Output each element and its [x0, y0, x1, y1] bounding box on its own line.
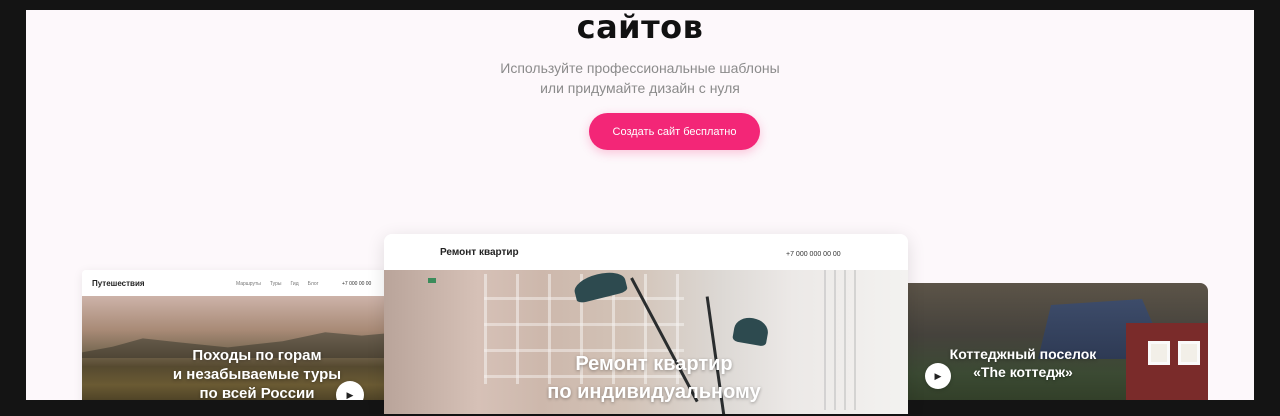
window-frame — [824, 270, 864, 410]
preview-nav: Путешествия Маршруты Туры Гид Блог +7 00… — [82, 270, 386, 296]
preview-menu-item: Маршруты — [236, 281, 261, 287]
preview-hero-image: Коттеджный поселок «The коттедж» ▶ — [908, 283, 1208, 413]
house-window — [1178, 341, 1200, 365]
page-subtitle: Используйте профессиональные шаблоны или… — [26, 58, 1254, 98]
subtitle-line-1: Используйте профессиональные шаблоны — [500, 60, 780, 76]
preview-logo: Ремонт квартир — [440, 247, 519, 258]
screen-frame-top — [0, 0, 1280, 10]
exit-sign-icon — [428, 278, 436, 283]
play-icon[interactable]: ▶ — [925, 363, 951, 389]
preview-hero-text: Походы по горам и незабываемые туры по в… — [172, 347, 342, 402]
preview-phone: +7 000 000 00 00 — [786, 251, 841, 258]
page-headline: сайтов — [576, 8, 704, 46]
preview-hero-image: Ремонт квартир по индивидуальному — [384, 268, 908, 414]
lamp-shade — [732, 315, 770, 347]
preview-menu-item: Туры — [269, 281, 282, 287]
preview-hero-text: Ремонт квартир по индивидуальному — [547, 353, 761, 403]
template-preview-cottage[interactable]: Коттеджный поселок «The коттедж» ▶ — [908, 283, 1208, 413]
preview-hero-image: Походы по горам и незабываемые туры по в… — [82, 296, 386, 410]
template-preview-renovation[interactable]: Ремонт квартир +7 000 000 00 00 Ремонт к… — [384, 234, 908, 414]
preview-menu-item: Гид — [290, 281, 299, 287]
preview-nav: Ремонт квартир +7 000 000 00 00 — [384, 234, 908, 270]
preview-menu: Маршруты Туры Гид Блог — [236, 281, 318, 287]
preview-menu-item: Блог — [307, 281, 319, 287]
subtitle-line-2: или придумайте дизайн с нуля — [540, 80, 740, 96]
house-window — [1148, 341, 1170, 365]
preview-logo: Путешествия — [92, 279, 145, 288]
preview-phone: +7 000 00 00 — [342, 281, 372, 287]
template-preview-travel[interactable]: Путешествия Маршруты Туры Гид Блог +7 00… — [82, 270, 386, 410]
create-site-button[interactable]: Создать сайт бесплатно — [589, 113, 760, 150]
